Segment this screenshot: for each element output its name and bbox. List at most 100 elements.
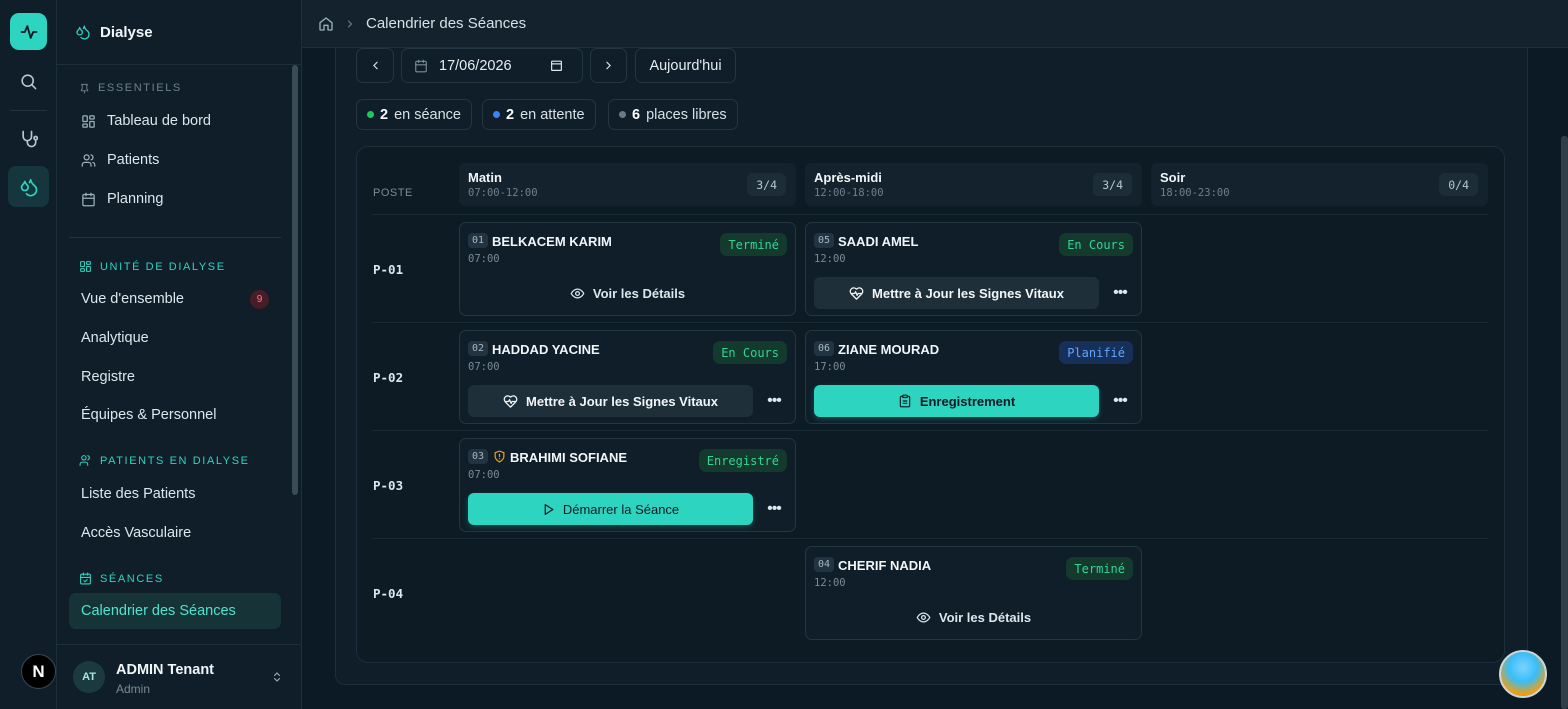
session-card[interactable]: 05 SAADI AMEL 12:00 En Cours Mettre à Jo… bbox=[805, 222, 1142, 316]
row-label-p01: P-01 bbox=[373, 262, 404, 277]
row-divider bbox=[372, 322, 1488, 323]
more-options-icon[interactable]: ••• bbox=[1107, 280, 1133, 306]
status-badge: Terminé bbox=[720, 233, 787, 256]
column-header-soir: Soir 18:00-23:00 0/4 bbox=[1151, 163, 1488, 206]
session-number: 04 bbox=[814, 557, 835, 572]
column-count: 3/4 bbox=[747, 173, 786, 196]
session-card[interactable]: 04 CHERIF NADIA 12:00 Terminé Voir les D… bbox=[805, 546, 1142, 640]
status-badge: Enregistré bbox=[698, 449, 787, 472]
sidebar-item-label: Équipes & Personnel bbox=[81, 407, 217, 423]
sidebar-item-equipes[interactable]: Équipes & Personnel bbox=[69, 397, 281, 433]
sidebar-item-label: Liste des Patients bbox=[81, 486, 196, 502]
sidebar-item-calendrier-seances[interactable]: Calendrier des Séances bbox=[69, 593, 281, 629]
section-label-seances: SÉANCES bbox=[79, 572, 164, 585]
sidebar: Dialyse ESSENTIELS Tableau de bord Patie… bbox=[57, 0, 302, 709]
user-role: Admin bbox=[116, 682, 151, 696]
session-time: 07:00 bbox=[468, 253, 500, 265]
sidebar-item-liste-patients[interactable]: Liste des Patients bbox=[69, 476, 281, 512]
app-logo-icon[interactable] bbox=[10, 13, 47, 50]
rail-divider bbox=[10, 110, 47, 111]
patient-name: SAADI AMEL bbox=[838, 234, 919, 249]
session-card[interactable]: 06 ZIANE MOURAD 17:00 Planifié Enregistr… bbox=[805, 330, 1142, 424]
page-title: Calendrier des Séances bbox=[366, 15, 527, 32]
button-label: Enregistrement bbox=[919, 393, 1016, 409]
status-badge: En Cours bbox=[713, 341, 787, 364]
column-name: Soir bbox=[1160, 170, 1186, 185]
next-day-button[interactable] bbox=[590, 48, 627, 83]
session-time: 07:00 bbox=[468, 469, 500, 481]
stethoscope-icon[interactable] bbox=[8, 118, 49, 159]
summary-label: places libres bbox=[646, 106, 727, 123]
sidebar-item-vue-ensemble[interactable]: Vue d'ensemble 9 bbox=[69, 281, 281, 317]
update-vitals-button[interactable]: Mettre à Jour les Signes Vitaux bbox=[468, 385, 753, 417]
search-icon[interactable] bbox=[8, 61, 49, 102]
home-icon[interactable] bbox=[318, 16, 334, 32]
sidebar-item-analytique[interactable]: Analytique bbox=[69, 320, 281, 356]
date-field[interactable]: 17/06/2026 bbox=[401, 48, 583, 83]
avatar: AT bbox=[73, 661, 105, 693]
date-value: 17/06/2026 bbox=[439, 57, 512, 74]
sidebar-item-tableau-de-bord[interactable]: Tableau de bord bbox=[69, 103, 281, 139]
session-card[interactable]: 03 BRAHIMI SOFIANE 07:00 Enregistré Déma… bbox=[459, 438, 796, 532]
section-label-unite: UNITÉ DE DIALYSE bbox=[79, 260, 226, 273]
session-card[interactable]: 02 HADDAD YACINE 07:00 En Cours Mettre à… bbox=[459, 330, 796, 424]
user-menu[interactable]: AT ADMIN Tenant Admin bbox=[57, 644, 302, 709]
session-time: 07:00 bbox=[468, 361, 500, 373]
status-dot bbox=[493, 111, 500, 118]
session-number: 06 bbox=[814, 341, 835, 356]
button-label: Démarrer la Séance bbox=[562, 501, 680, 517]
column-time: 12:00-18:00 bbox=[814, 187, 884, 199]
date-picker-icon[interactable] bbox=[550, 59, 563, 72]
view-details-button[interactable]: Voir les Détails bbox=[468, 277, 787, 309]
eye-icon bbox=[570, 287, 585, 299]
column-header-apres-midi: Après-midi 12:00-18:00 3/4 bbox=[805, 163, 1142, 206]
page-scrollbar[interactable] bbox=[1561, 136, 1568, 709]
sidebar-item-label: Patients bbox=[107, 152, 160, 168]
sidebar-item-label: Tableau de bord bbox=[107, 113, 211, 129]
update-vitals-button[interactable]: Mettre à Jour les Signes Vitaux bbox=[814, 277, 1099, 309]
section-label-text: SÉANCES bbox=[100, 572, 164, 585]
assistant-avatar-icon[interactable] bbox=[1499, 650, 1547, 698]
check-in-button[interactable]: Enregistrement bbox=[814, 385, 1099, 417]
session-number: 01 bbox=[468, 233, 489, 248]
breadcrumb: Calendrier des Séances bbox=[302, 0, 1568, 48]
users-icon bbox=[81, 153, 96, 167]
more-options-icon[interactable]: ••• bbox=[761, 496, 787, 522]
previous-day-button[interactable] bbox=[356, 48, 394, 83]
sidebar-scrollbar[interactable] bbox=[292, 65, 298, 495]
calendar-check-icon bbox=[80, 572, 91, 585]
more-options-icon[interactable]: ••• bbox=[761, 388, 787, 414]
section-label-text: UNITÉ DE DIALYSE bbox=[100, 260, 226, 273]
eye-icon bbox=[916, 611, 931, 623]
row-label-p02: P-02 bbox=[373, 370, 404, 385]
row-label-p04: P-04 bbox=[373, 586, 404, 601]
more-options-icon[interactable]: ••• bbox=[1107, 388, 1133, 414]
sidebar-item-registre[interactable]: Registre bbox=[69, 359, 281, 395]
column-header-matin: Matin 07:00-12:00 3/4 bbox=[459, 163, 796, 206]
status-badge: Terminé bbox=[1066, 557, 1133, 580]
summary-count: 6 bbox=[632, 106, 641, 123]
droplets-icon[interactable] bbox=[8, 166, 49, 207]
section-label-patients-dialyse: PATIENTS EN DIALYSE bbox=[79, 454, 250, 467]
sidebar-item-label: Vue d'ensemble bbox=[81, 291, 184, 307]
section-label-essentiels: ESSENTIELS bbox=[79, 82, 182, 94]
sidebar-item-acces-vasculaire[interactable]: Accès Vasculaire bbox=[69, 515, 281, 551]
sidebar-item-patients[interactable]: Patients bbox=[69, 142, 281, 178]
start-session-button[interactable]: Démarrer la Séance bbox=[468, 493, 753, 525]
button-label: Mettre à Jour les Signes Vitaux bbox=[526, 393, 718, 409]
view-details-button[interactable]: Voir les Détails bbox=[814, 601, 1133, 633]
sidebar-item-label: Planning bbox=[107, 191, 164, 207]
chevrons-up-down-icon bbox=[273, 672, 281, 682]
session-time: 12:00 bbox=[814, 577, 846, 589]
sidebar-header: Dialyse bbox=[57, 0, 301, 65]
users-icon bbox=[79, 455, 90, 466]
next-dev-indicator-icon[interactable]: N bbox=[21, 654, 56, 689]
summary-count: 2 bbox=[380, 106, 389, 123]
sidebar-item-planning[interactable]: Planning bbox=[69, 181, 281, 217]
row-divider bbox=[372, 538, 1488, 539]
summary-pill-places-libres: 6 places libres bbox=[608, 99, 738, 130]
column-count: 3/4 bbox=[1093, 173, 1132, 196]
today-button[interactable]: Aujourd'hui bbox=[635, 48, 736, 83]
session-card[interactable]: 01 BELKACEM KARIM 07:00 Terminé Voir les… bbox=[459, 222, 796, 316]
summary-count: 2 bbox=[506, 106, 515, 123]
